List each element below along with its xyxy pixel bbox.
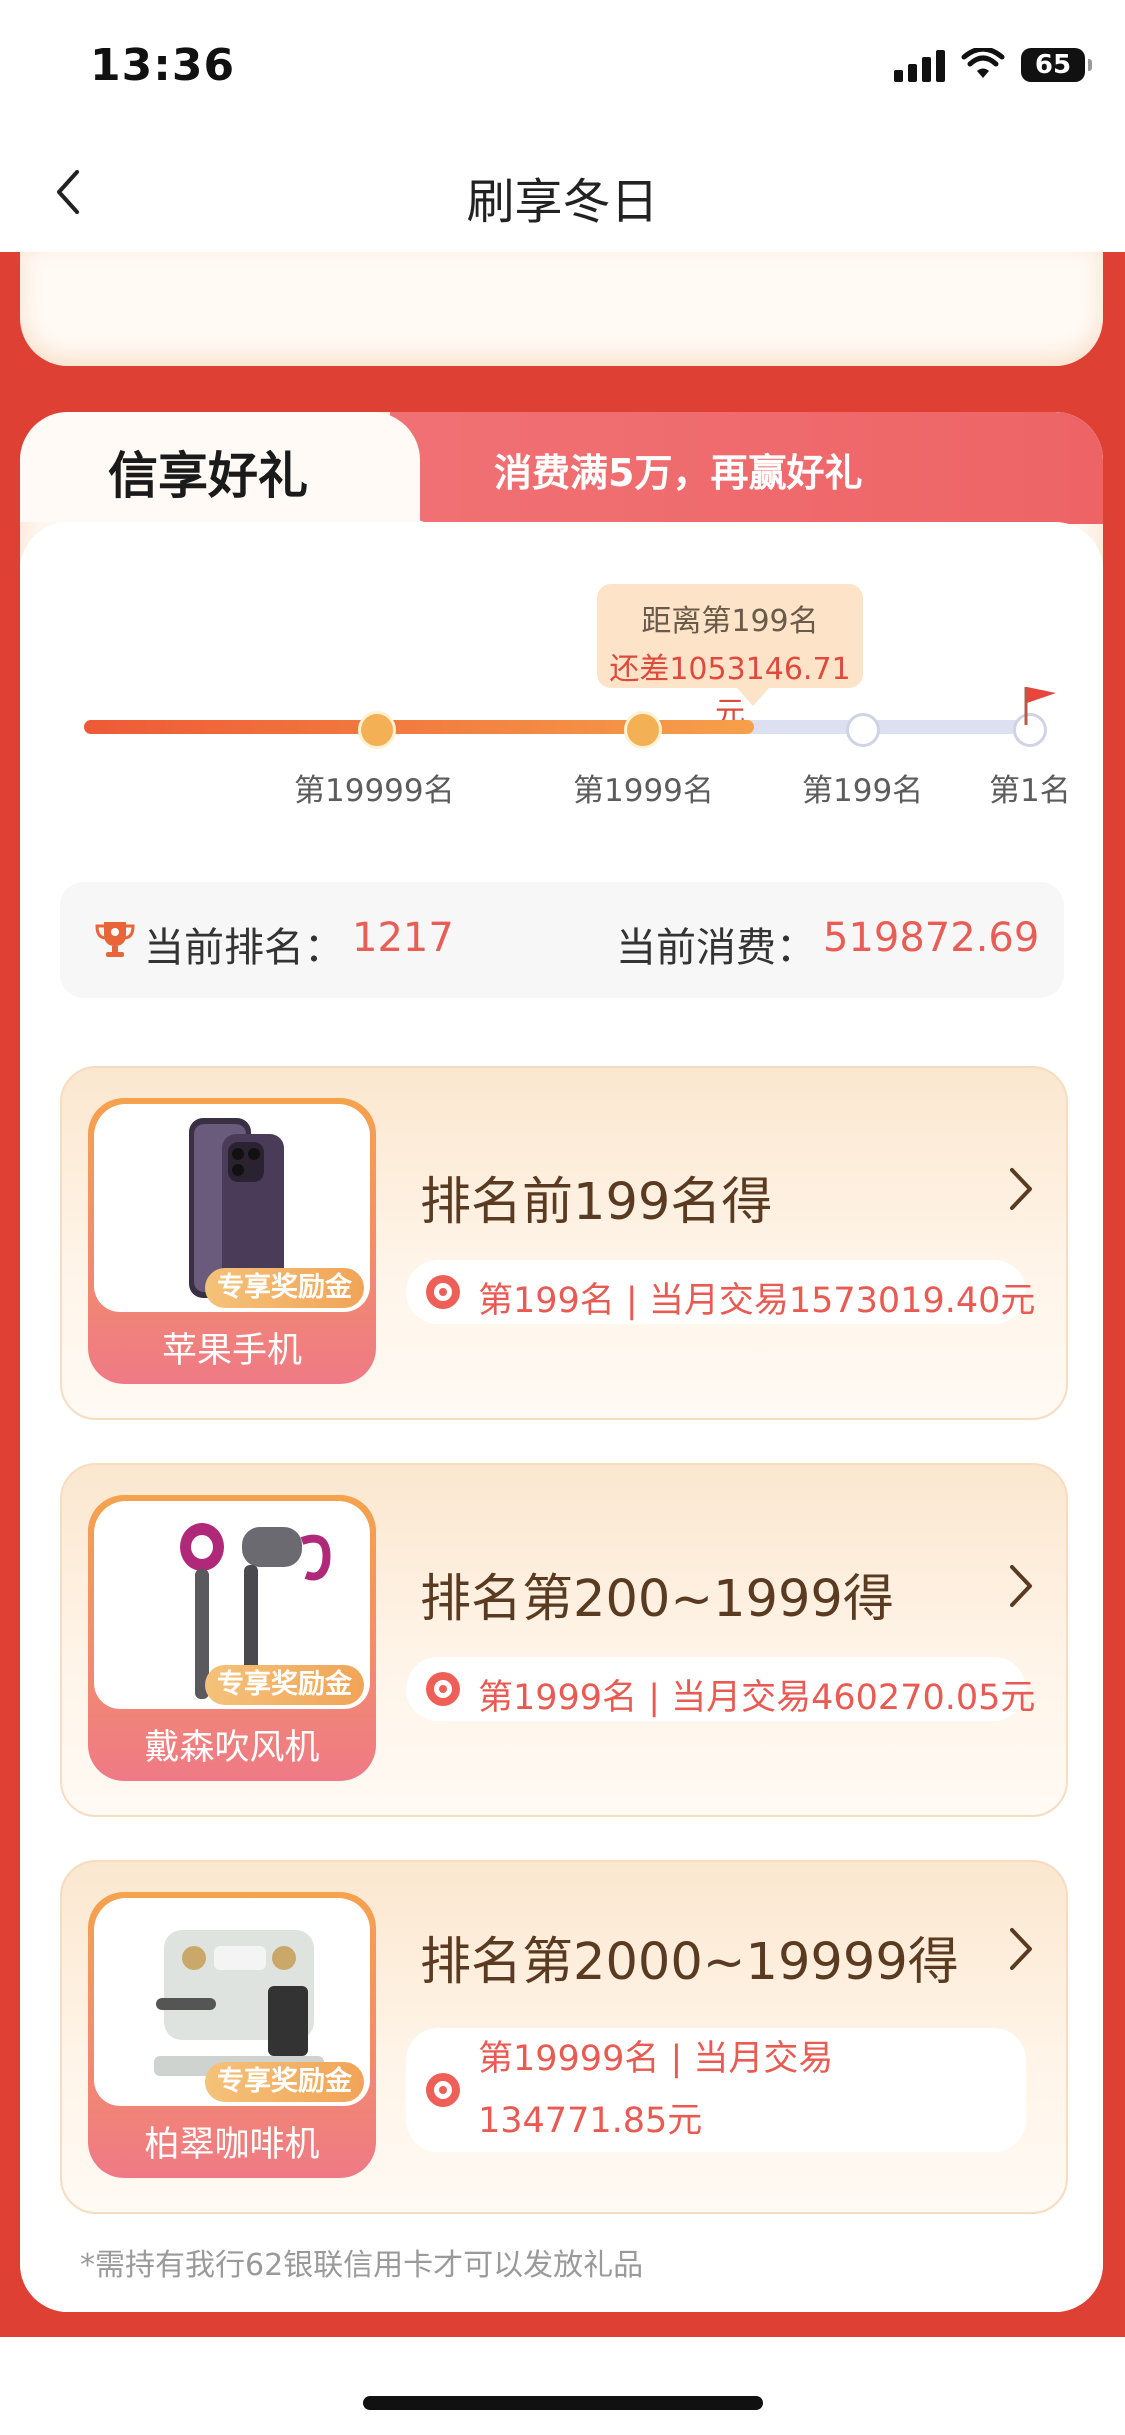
milestone-dot-199 [846,713,880,747]
tooltip-pointer [737,688,769,706]
medal-icon [426,2073,460,2107]
medal-icon [426,1672,460,1706]
prize-info-text: 第1999名 | 当月交易460270.05元 [478,1678,1036,1718]
milestone-dot-1999 [624,711,662,749]
chevron-right-icon [1010,1928,1032,1970]
tab-spend-bonus[interactable]: 消费满5万，再赢好礼 [390,412,1103,524]
chevron-right-icon [1010,1565,1032,1607]
signal-icon [894,48,945,82]
prize-info-text: 第199名 | 当月交易1573019.40元 [478,1281,1036,1321]
medal-icon [426,1275,460,1309]
distance-tooltip: 距离第199名 还差1053146.71元 [597,584,863,731]
prize-name: 戴森吹风机 [144,1728,320,1768]
prize-info: 第19999名 | 当月交易134771.85元 [406,2028,1026,2152]
prize-info: 第199名 | 当月交易1573019.40元 [406,1260,1035,1324]
milestone-label-1: 第1名 [989,773,1071,809]
tooltip-line1: 距离第199名 [641,604,819,639]
tab-gifts-label: 信享好礼 [108,447,308,505]
trophy-icon [95,922,135,957]
prize-image-frame: 专享奖励金 苹果手机 [88,1098,376,1384]
home-indicator[interactable] [363,2396,763,2410]
milestone-label-19999: 第19999名 [294,773,455,809]
tab-gifts[interactable]: 信享好礼 [20,412,420,522]
prize-name: 柏翠咖啡机 [144,2125,320,2165]
prize-title: 排名第200~1999得 [420,1570,894,1629]
prize-title: 排名前199名得 [420,1173,773,1232]
prize-card-top199[interactable]: 专享奖励金 苹果手机 排名前199名得 第199名 | 当月交易1573019.… [60,1066,1068,1420]
flag-icon [1024,687,1056,725]
rank-value: 1217 [352,915,454,961]
bonus-badge: 专享奖励金 [205,1268,364,1308]
prize-title: 排名第2000~19999得 [420,1933,959,1992]
tab-spend-bonus-label: 消费满5万，再赢好礼 [494,451,863,495]
milestone-label-199: 第199名 [802,773,924,809]
bonus-badge: 专享奖励金 [205,1665,364,1705]
prize-name: 苹果手机 [161,1331,302,1371]
wifi-icon [961,48,1005,78]
prize-info: 第1999名 | 当月交易460270.05元 [406,1657,1035,1721]
prize-card-200-1999[interactable]: 专享奖励金 戴森吹风机 排名第200~1999得 第1999名 | 当月交易46… [60,1463,1068,1817]
prize-image-frame: 专享奖励金 柏翠咖啡机 [88,1892,376,2178]
chevron-right-icon [1010,1168,1032,1210]
rank-label: 当前排名： [144,925,344,971]
spend-label: 当前消费： [616,925,816,971]
spend-value: 519872.69 [823,915,1040,961]
bonus-badge: 专享奖励金 [205,2062,364,2102]
prize-info-text: 第19999名 | 当月交易134771.85元 [478,2039,834,2141]
status-time: 13:36 [90,40,236,91]
status-icons: 65 [894,48,1092,82]
milestone-label-1999: 第1999名 [573,773,714,809]
battery-icon: 65 [1021,48,1092,82]
page-title: 刷享冬日 [466,174,659,230]
top-card [20,252,1103,366]
prize-image-frame: 专享奖励金 戴森吹风机 [88,1495,376,1781]
rank-stats: 当前排名： 1217 当前消费： 519872.69 [60,882,1064,998]
nav-bar: 刷享冬日 [0,140,1125,252]
eligibility-note: *需持有我行62银联信用卡才可以发放礼品 [80,2248,644,2283]
status-bar: 13:36 65 [0,0,1125,140]
milestone-dot-19999 [358,711,396,749]
prize-card-2000-19999[interactable]: 专享奖励金 柏翠咖啡机 排名第2000~19999得 第19999名 | 当月交… [60,1860,1068,2214]
